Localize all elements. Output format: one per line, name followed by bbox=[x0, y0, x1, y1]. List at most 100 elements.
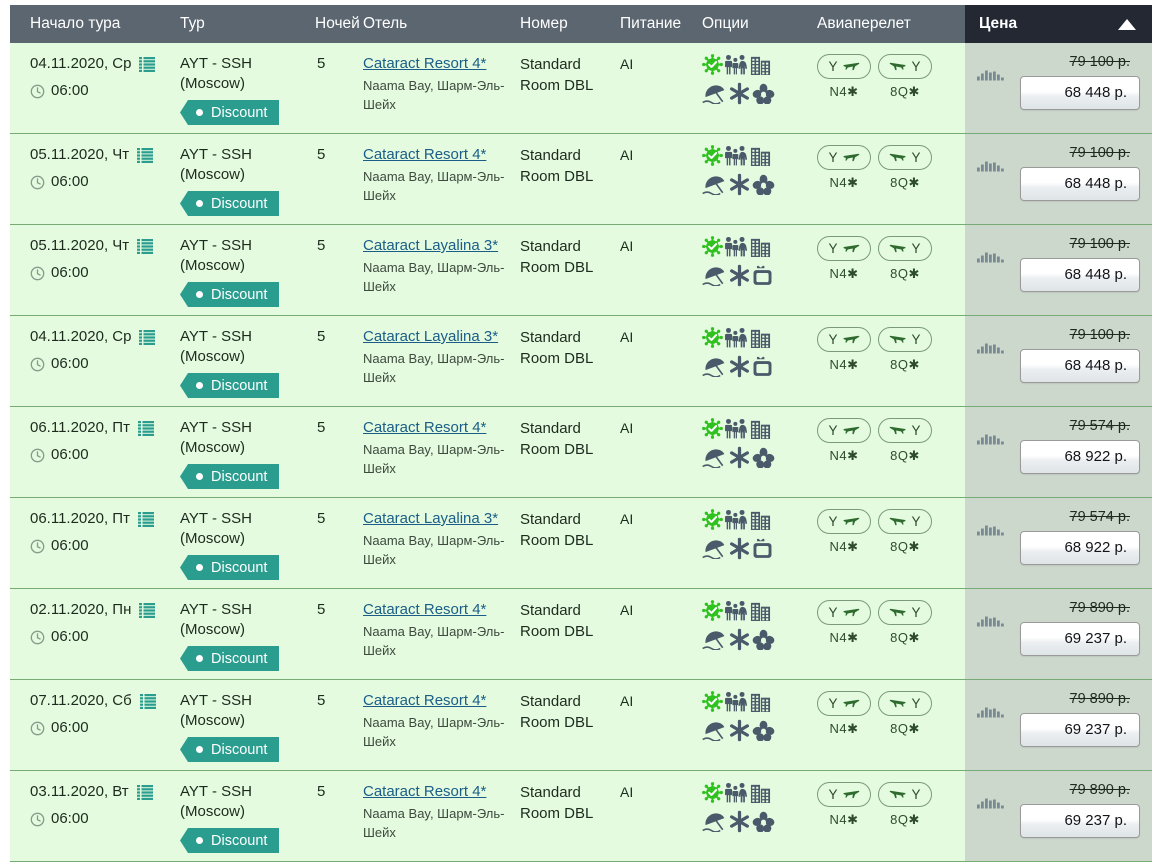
column-header-room[interactable]: Номер bbox=[520, 5, 620, 43]
flight-outbound[interactable]: Y N4✱ bbox=[817, 54, 871, 102]
discount-badge[interactable]: Discount bbox=[180, 464, 280, 489]
book-price-button[interactable]: 69 237 р. bbox=[1020, 804, 1140, 838]
book-price-button[interactable]: 68 448 р. bbox=[1020, 258, 1140, 292]
book-price-button[interactable]: 68 922 р. bbox=[1020, 531, 1140, 565]
book-price-button[interactable]: 68 448 р. bbox=[1020, 76, 1140, 110]
table-row[interactable]: 02.11.2020, Пн 06:00 AYT - SSH (Moscow) … bbox=[10, 589, 1152, 680]
discount-badge[interactable]: Discount bbox=[180, 191, 280, 216]
hotel-link[interactable]: Cataract Layalina 3* bbox=[363, 236, 514, 256]
plane-arrive-icon bbox=[889, 785, 907, 805]
list-icon[interactable] bbox=[139, 329, 156, 345]
flight-return-pill[interactable]: Y bbox=[878, 327, 932, 352]
flight-outbound[interactable]: Y N4✱ bbox=[817, 509, 871, 557]
hotel-link[interactable]: Cataract Resort 4* bbox=[363, 145, 514, 165]
discount-badge[interactable]: Discount bbox=[180, 373, 280, 398]
flight-outbound-pill[interactable]: Y bbox=[817, 600, 871, 625]
flight-outbound-pill[interactable]: Y bbox=[817, 691, 871, 716]
discount-badge[interactable]: Discount bbox=[180, 100, 280, 125]
discount-badge[interactable]: Discount bbox=[180, 828, 280, 853]
book-price-button[interactable]: 68 922 р. bbox=[1020, 440, 1140, 474]
flight-outbound-pill[interactable]: Y bbox=[817, 782, 871, 807]
flight-outbound[interactable]: Y N4✱ bbox=[817, 782, 871, 830]
price-history-chart-icon[interactable] bbox=[977, 796, 1005, 816]
flight-return[interactable]: Y 8Q✱ bbox=[878, 327, 932, 375]
flight-return[interactable]: Y 8Q✱ bbox=[878, 418, 932, 466]
price-history-chart-icon[interactable] bbox=[977, 432, 1005, 452]
price-history-chart-icon[interactable] bbox=[977, 341, 1005, 361]
table-row[interactable]: 05.11.2020, Чт 06:00 AYT - SSH (Moscow) … bbox=[10, 225, 1152, 316]
hotel-link[interactable]: Cataract Layalina 3* bbox=[363, 327, 514, 347]
flight-outbound-pill[interactable]: Y bbox=[817, 418, 871, 443]
flight-outbound-pill[interactable]: Y bbox=[817, 145, 871, 170]
flight-return-pill[interactable]: Y bbox=[878, 236, 932, 261]
book-price-button[interactable]: 68 448 р. bbox=[1020, 167, 1140, 201]
flight-return[interactable]: Y 8Q✱ bbox=[878, 782, 932, 830]
column-header-meal[interactable]: Питание bbox=[620, 5, 702, 43]
flight-outbound[interactable]: Y N4✱ bbox=[817, 691, 871, 739]
column-header-price[interactable]: Цена bbox=[965, 5, 1152, 43]
hotel-link[interactable]: Cataract Resort 4* bbox=[363, 54, 514, 74]
column-header-flight[interactable]: Авиаперелет bbox=[817, 5, 965, 43]
book-price-button[interactable]: 69 237 р. bbox=[1020, 622, 1140, 656]
flight-return-pill[interactable]: Y bbox=[878, 600, 932, 625]
flight-return[interactable]: Y 8Q✱ bbox=[878, 509, 932, 557]
table-row[interactable]: 04.11.2020, Ср 06:00 AYT - SSH (Moscow) … bbox=[10, 43, 1152, 134]
column-header-hotel[interactable]: Отель bbox=[363, 5, 520, 43]
flight-return-pill[interactable]: Y bbox=[878, 782, 932, 807]
flight-outbound[interactable]: Y N4✱ bbox=[817, 327, 871, 375]
column-header-tour[interactable]: Тур bbox=[180, 5, 315, 43]
hotel-link[interactable]: Cataract Resort 4* bbox=[363, 691, 514, 711]
flight-return[interactable]: Y 8Q✱ bbox=[878, 145, 932, 193]
hotel-link[interactable]: Cataract Resort 4* bbox=[363, 782, 514, 802]
flight-return-pill[interactable]: Y bbox=[878, 54, 932, 79]
list-icon[interactable] bbox=[139, 602, 156, 618]
list-icon[interactable] bbox=[136, 784, 153, 800]
list-icon[interactable] bbox=[137, 511, 154, 527]
discount-badge[interactable]: Discount bbox=[180, 282, 280, 307]
flight-return-pill[interactable]: Y bbox=[878, 509, 932, 534]
flight-return[interactable]: Y 8Q✱ bbox=[878, 54, 932, 102]
table-row[interactable]: 06.11.2020, Пт 06:00 AYT - SSH (Moscow) … bbox=[10, 407, 1152, 498]
book-price-button[interactable]: 68 448 р. bbox=[1020, 349, 1140, 383]
discount-badge[interactable]: Discount bbox=[180, 646, 280, 671]
column-header-start[interactable]: Начало тура bbox=[10, 5, 180, 43]
hotel-link[interactable]: Cataract Resort 4* bbox=[363, 418, 514, 438]
list-icon[interactable] bbox=[137, 238, 154, 254]
flight-outbound[interactable]: Y N4✱ bbox=[817, 418, 871, 466]
flight-outbound[interactable]: Y N4✱ bbox=[817, 600, 871, 648]
hotel-link[interactable]: Cataract Resort 4* bbox=[363, 600, 514, 620]
flight-return[interactable]: Y 8Q✱ bbox=[878, 691, 932, 739]
flight-return-pill[interactable]: Y bbox=[878, 145, 932, 170]
price-history-chart-icon[interactable] bbox=[977, 614, 1005, 634]
price-history-chart-icon[interactable] bbox=[977, 68, 1005, 88]
flight-outbound[interactable]: Y N4✱ bbox=[817, 145, 871, 193]
table-row[interactable]: 04.11.2020, Ср 06:00 AYT - SSH (Moscow) … bbox=[10, 316, 1152, 407]
discount-badge[interactable]: Discount bbox=[180, 737, 280, 762]
price-history-chart-icon[interactable] bbox=[977, 705, 1005, 725]
column-header-nights[interactable]: Ночей bbox=[315, 5, 363, 43]
hotel-link[interactable]: Cataract Layalina 3* bbox=[363, 509, 514, 529]
flight-outbound[interactable]: Y N4✱ bbox=[817, 236, 871, 284]
flight-outbound-pill[interactable]: Y bbox=[817, 236, 871, 261]
price-history-chart-icon[interactable] bbox=[977, 250, 1005, 270]
flight-return[interactable]: Y 8Q✱ bbox=[878, 236, 932, 284]
flight-return[interactable]: Y 8Q✱ bbox=[878, 600, 932, 648]
list-icon[interactable] bbox=[139, 693, 156, 709]
flight-outbound-pill[interactable]: Y bbox=[817, 327, 871, 352]
table-row[interactable]: 03.11.2020, Вт 06:00 AYT - SSH (Moscow) … bbox=[10, 771, 1152, 862]
price-history-chart-icon[interactable] bbox=[977, 159, 1005, 179]
list-icon[interactable] bbox=[137, 147, 154, 163]
flight-return-pill[interactable]: Y bbox=[878, 691, 932, 716]
price-history-chart-icon[interactable] bbox=[977, 523, 1005, 543]
column-header-options[interactable]: Опции bbox=[702, 5, 817, 43]
table-row[interactable]: 05.11.2020, Чт 06:00 AYT - SSH (Moscow) … bbox=[10, 134, 1152, 225]
table-row[interactable]: 06.11.2020, Пт 06:00 AYT - SSH (Moscow) … bbox=[10, 498, 1152, 589]
book-price-button[interactable]: 69 237 р. bbox=[1020, 713, 1140, 747]
flight-outbound-pill[interactable]: Y bbox=[817, 509, 871, 534]
discount-badge[interactable]: Discount bbox=[180, 555, 280, 580]
list-icon[interactable] bbox=[137, 420, 154, 436]
list-icon[interactable] bbox=[139, 56, 156, 72]
flight-return-pill[interactable]: Y bbox=[878, 418, 932, 443]
table-row[interactable]: 07.11.2020, Сб 06:00 AYT - SSH (Moscow) … bbox=[10, 680, 1152, 771]
flight-outbound-pill[interactable]: Y bbox=[817, 54, 871, 79]
